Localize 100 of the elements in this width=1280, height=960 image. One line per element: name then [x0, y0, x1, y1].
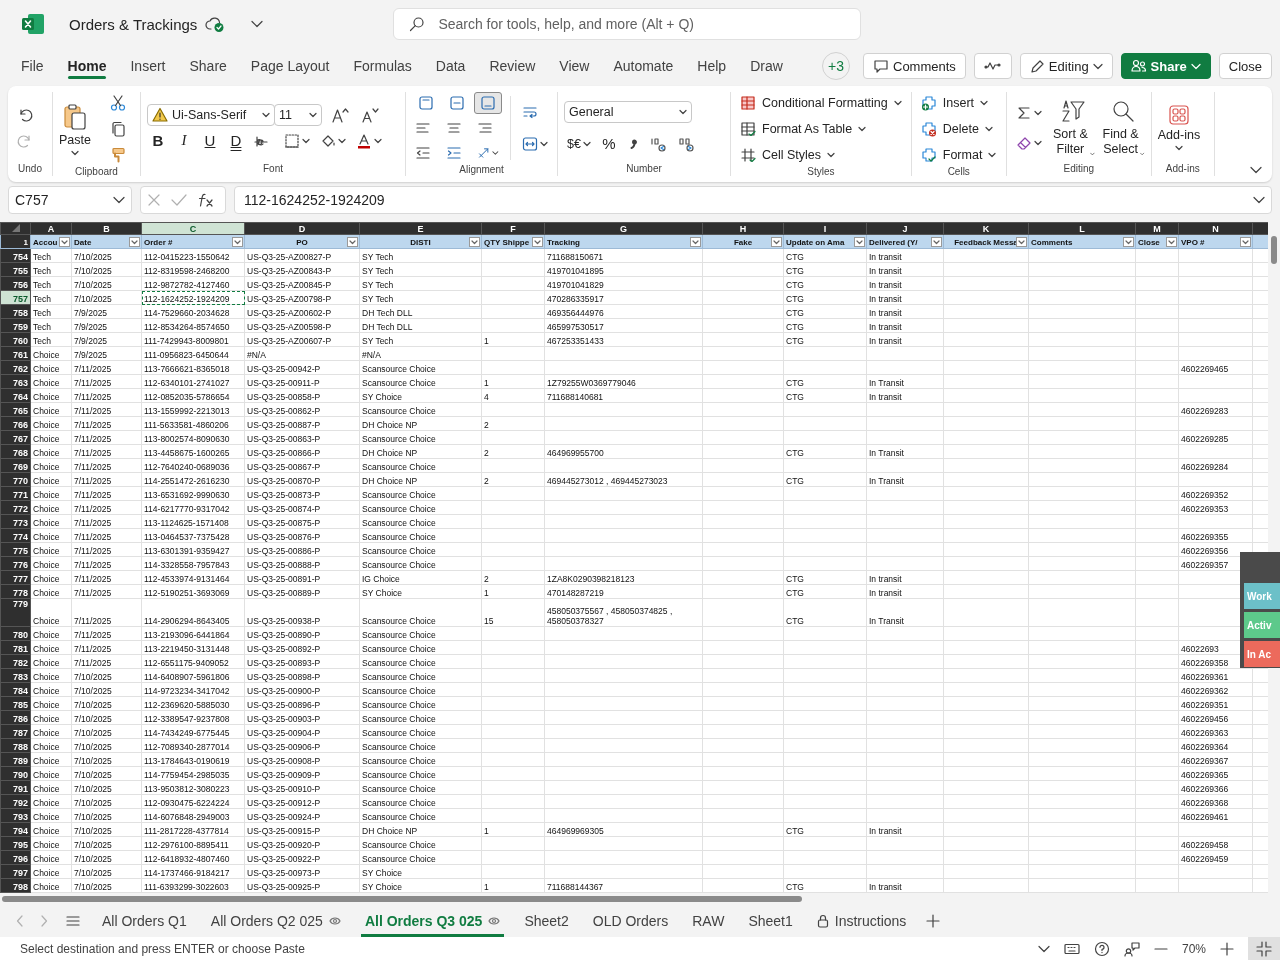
table-cell: In transit [866, 822, 944, 837]
table-cell: 112-6418932-4807460 [141, 850, 245, 865]
table-cell: 4602269456 [1178, 710, 1253, 725]
table-cell: Choice [30, 542, 72, 557]
table-cell: Choice [30, 584, 72, 599]
table-cell: 7/10/2025 [71, 850, 142, 865]
table-cell: 4602269285 [1178, 430, 1253, 445]
table-cell: Scansource Choice [359, 794, 482, 809]
table-cell: Tech [30, 262, 72, 277]
table-cell: US-Q3-25-00886-P [244, 542, 360, 557]
table-cell: Choice [30, 836, 72, 851]
table-cell: Choice [30, 640, 72, 655]
table-cell: 112-4533974-9131464 [141, 570, 245, 585]
table-cell: 4602269362 [1178, 682, 1253, 697]
table-cell: SY Tech [359, 332, 482, 347]
table-cell: 7/11/2025 [71, 374, 142, 389]
table-cell: Choice [30, 402, 72, 417]
group-label: Font [263, 163, 283, 176]
column-header: Order # [144, 238, 173, 247]
group-label: Undo [18, 163, 42, 176]
table-cell: Scansource Choice [359, 556, 482, 571]
column-header: Accou [33, 238, 58, 247]
table-cell: 114-1737466-9184217 [141, 864, 245, 879]
table-cell: US-Q3-25-00863-P [244, 430, 360, 445]
table-cell: 114-6076848-2949003 [141, 808, 245, 823]
table-cell: 7/10/2025 [71, 696, 142, 711]
table-cell: 1 [481, 584, 545, 599]
table-cell: US-Q3-25-00873-P [244, 486, 360, 501]
table-cell: Scansource Choice [359, 808, 482, 823]
table-cell: 114-3328558-7957843 [141, 556, 245, 571]
table-cell: 112-3389547-9237808 [141, 710, 245, 725]
table-cell: 7/11/2025 [71, 430, 142, 445]
table-cell: 7/10/2025 [71, 766, 142, 781]
table-cell: Tech [30, 276, 72, 291]
table-cell: CTG [783, 444, 867, 459]
table-cell: 112-7089340-2877014 [141, 738, 245, 753]
table-cell: 470148287219 [544, 584, 703, 599]
table-cell: Tech [30, 318, 72, 333]
table-cell: Choice [30, 696, 72, 711]
table-cell: Choice [30, 626, 72, 641]
table-cell: 112-0930475-6224224 [141, 794, 245, 809]
table-cell: CTG [783, 276, 867, 291]
table-cell: CTG [783, 472, 867, 487]
table-cell: 4 [481, 388, 545, 403]
table-cell: Choice [30, 556, 72, 571]
table-cell: Choice [30, 346, 72, 361]
table-cell: 7/9/2025 [71, 318, 142, 333]
table-cell: In transit [866, 584, 944, 599]
table-cell: Choice [30, 738, 72, 753]
table-cell: US-Q3-25-00910-P [244, 780, 360, 795]
table-cell: 114-2906294-8643405 [141, 598, 245, 627]
table-cell: 2 [481, 570, 545, 585]
table-cell: 4602269352 [1178, 486, 1253, 501]
table-cell: In transit [866, 290, 944, 305]
table-cell: US-Q3-25-00909-P [244, 766, 360, 781]
table-cell: US-Q3-25-AZ00798-P [244, 290, 360, 305]
table-cell: SY Tech [359, 276, 482, 291]
table-cell: US-Q3-25-00920-P [244, 836, 360, 851]
table-cell: 7/11/2025 [71, 360, 142, 375]
table-cell: 4602269353 [1178, 500, 1253, 515]
table-cell: US-Q3-25-AZ00845-P [244, 276, 360, 291]
table-cell: Choice [30, 472, 72, 487]
table-cell: In transit [866, 318, 944, 333]
table-cell: CTG [783, 290, 867, 305]
table-cell: SY Tech [359, 248, 482, 263]
table-cell: CTG [783, 584, 867, 599]
table-cell: DH Tech DLL [359, 318, 482, 333]
table-cell: 111-0956823-6450644 [141, 346, 245, 361]
table-cell: US-Q3-25-00870-P [244, 472, 360, 487]
table-cell: Choice [30, 654, 72, 669]
column-header: VPO # [1181, 238, 1205, 247]
table-cell: CTG [783, 570, 867, 585]
table-cell: In Transit [866, 598, 944, 627]
table-cell: 112-0415223-1550642 [141, 248, 245, 263]
table-cell: 113-8002574-8090630 [141, 430, 245, 445]
table-cell: Scansource Choice [359, 696, 482, 711]
table-cell: Choice [30, 668, 72, 683]
table-cell: US-Q3-25-AZ00607-P [244, 332, 360, 347]
table-cell: Choice [30, 388, 72, 403]
table-cell: 464969955700 [544, 444, 703, 459]
table-cell: Choice [30, 808, 72, 823]
table-cell: US-Q3-25-00874-P [244, 500, 360, 515]
table-cell: 114-6408907-5961806 [141, 668, 245, 683]
table-cell: In transit [866, 332, 944, 347]
table-cell: 711688144367 [544, 878, 703, 893]
table-cell: US-Q3-25-AZ00602-P [244, 304, 360, 319]
table-cell: 7/10/2025 [71, 668, 142, 683]
table-cell: US-Q3-25-00903-P [244, 710, 360, 725]
table-cell: CTG [783, 878, 867, 893]
table-cell: Choice [30, 752, 72, 767]
table-cell: US-Q3-25-00911-P [244, 374, 360, 389]
table-cell: 113-1559992-2213013 [141, 402, 245, 417]
table-cell: 112-8534264-8574650 [141, 318, 245, 333]
table-cell: CTG [783, 332, 867, 347]
table-cell: 2 [481, 444, 545, 459]
table-cell: Scansource Choice [359, 850, 482, 865]
table-cell: Scansource Choice [359, 780, 482, 795]
table-cell: 7/10/2025 [71, 724, 142, 739]
table-cell: Choice [30, 430, 72, 445]
table-cell: US-Q3-25-00906-P [244, 738, 360, 753]
